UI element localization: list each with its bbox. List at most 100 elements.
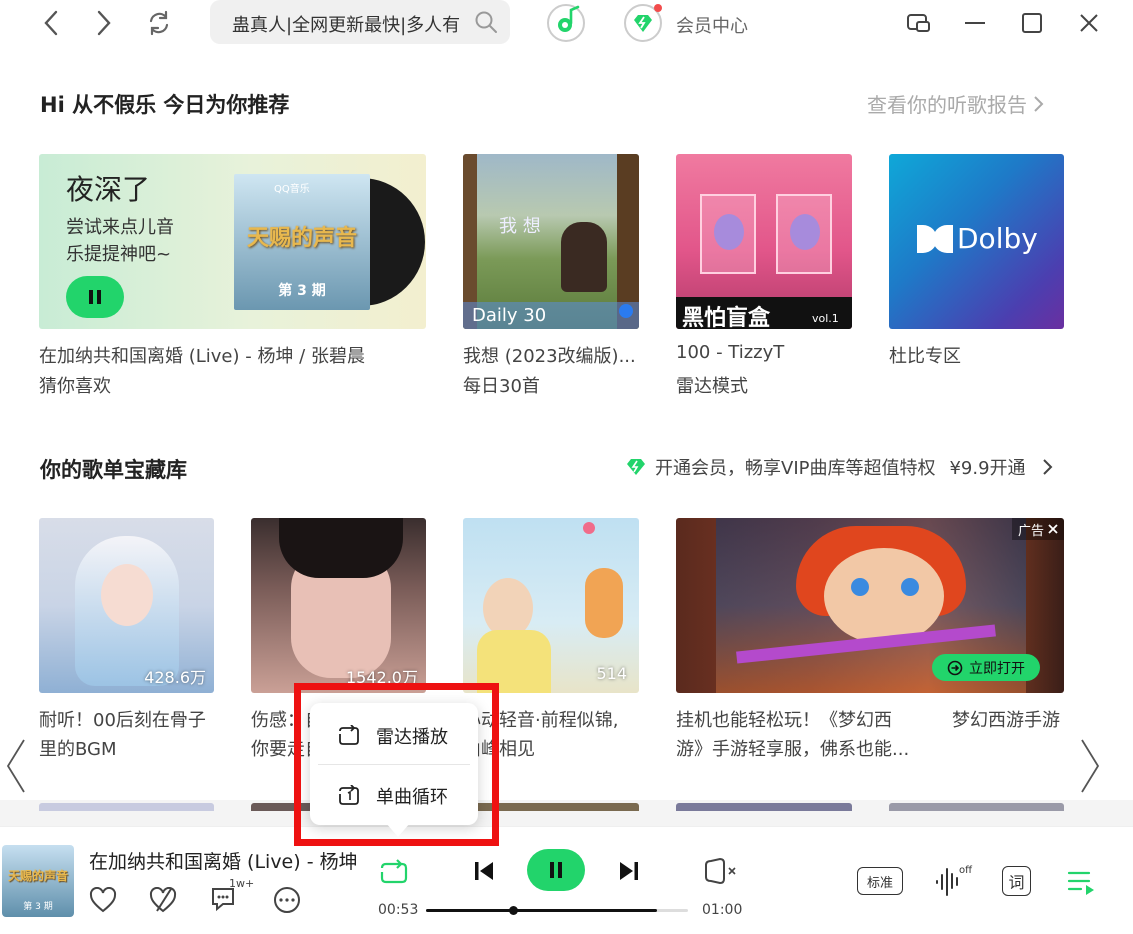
volume-muted-icon — [705, 857, 736, 885]
prev-track-button[interactable] — [468, 855, 500, 887]
daily30-card[interactable]: 我 想 Daily 30 — [463, 154, 639, 329]
cover-episode: 第 3 期 — [23, 902, 53, 912]
search-input[interactable]: 蛊真人|全网更新最快|多人有 — [210, 0, 510, 44]
maximize-icon — [1022, 13, 1042, 33]
progress-fill — [426, 909, 657, 912]
figure-hair — [279, 518, 403, 578]
queue-icon — [1067, 871, 1094, 895]
music-logo-icon[interactable] — [546, 3, 586, 43]
refresh-button[interactable] — [144, 8, 174, 38]
forward-button[interactable] — [89, 8, 119, 38]
dolby-icon — [917, 224, 953, 253]
radar-line1[interactable]: 100 - TizzyT — [676, 342, 784, 363]
feature-card[interactable]: 夜深了 尝试来点儿音 乐提提神吧~ QQ音乐 天赐的声音 第 3 期 — [39, 154, 426, 329]
badge-dot — [619, 304, 633, 318]
album-title: 天赐的声音 — [246, 226, 357, 251]
promo-text: 开通会员，畅享VIP曲库等超值特权 — [655, 458, 936, 479]
sound-effect-button[interactable]: off — [934, 863, 973, 899]
playlist-card[interactable]: 428.6万 — [39, 518, 214, 693]
playlist-line1[interactable]: 耐听！00后刻在骨子 — [39, 706, 206, 732]
daily30-line1[interactable]: 我想 (2023改编版)... — [463, 342, 636, 368]
repeat-icon — [380, 859, 408, 884]
radar-art-vol: vol.1 — [812, 312, 839, 325]
carousel-prev-icon[interactable] — [4, 738, 28, 794]
listening-report-link[interactable]: 查看你的听歌报告 — [867, 89, 1045, 118]
vip-promo-link[interactable]: 开通会员，畅享VIP曲库等超值特权 ¥9.9开通 — [625, 454, 1054, 480]
play-count: 514 — [596, 664, 627, 683]
more-button[interactable] — [272, 885, 302, 915]
mini-mode-button[interactable] — [904, 8, 934, 38]
ad-line2: 游》手游轻享服，佛系也能... — [676, 739, 910, 760]
radar-art-text: 黑怕盲盒 — [682, 306, 771, 329]
arrow-circle-icon — [947, 660, 963, 675]
dolby-text: Dolby — [957, 222, 1038, 255]
playlist-card[interactable]: 514 — [463, 518, 639, 693]
progress-knob[interactable] — [509, 906, 518, 915]
toy-right — [790, 214, 820, 250]
ad-open-label: 立即打开 — [969, 660, 1025, 677]
quality-label: 标准 — [866, 875, 893, 891]
playlist-queue-button[interactable] — [1066, 867, 1098, 897]
daily30-badge: Daily 30 — [472, 305, 547, 326]
next-row-thumb — [676, 803, 852, 811]
chevron-right-icon — [1042, 459, 1052, 475]
radar-card[interactable]: 黑怕盲盒 vol.1 — [676, 154, 852, 329]
player-bar: 天赐的声音 第 3 期 在加纳共和国离婚 (Live) - 杨坤 / 张碧晨 1… — [0, 826, 1133, 934]
play-count: 428.6万 — [144, 668, 206, 687]
dislike-button[interactable] — [148, 885, 178, 915]
lyrics-button[interactable]: 词 — [1002, 866, 1031, 896]
quality-button[interactable]: 标准 — [857, 867, 903, 895]
chevron-right-icon — [97, 10, 111, 36]
close-button[interactable] — [1074, 8, 1104, 38]
hero-face — [824, 548, 944, 644]
effect-off-badge: off — [959, 865, 973, 876]
vip-center-link[interactable]: 会员中心 — [676, 12, 748, 38]
volume-button[interactable] — [700, 855, 740, 887]
top-bar: 蛊真人|全网更新最快|多人有 会员中心 — [0, 0, 1133, 46]
feature-sub2: 乐提提神吧~ — [66, 244, 172, 265]
daily30-art-text: 我 想 — [499, 216, 541, 237]
hero-eye — [901, 578, 919, 596]
ad-badge[interactable]: 广告 — [1011, 518, 1064, 540]
vip-diamond-icon — [627, 459, 645, 475]
promo-price: ¥9.9开通 — [949, 458, 1026, 479]
ad-open-button[interactable]: 立即打开 — [932, 654, 1040, 681]
broken-heart-icon — [149, 887, 177, 913]
search-icon[interactable] — [474, 10, 498, 34]
close-icon — [1048, 524, 1058, 534]
toy-left — [714, 214, 744, 250]
chevron-left-icon — [44, 10, 58, 36]
ad-brand: 梦幻西游手游 — [952, 710, 1060, 731]
now-playing-cover[interactable]: 天赐的声音 第 3 期 — [2, 845, 74, 917]
carousel-next-icon[interactable] — [1078, 738, 1102, 794]
figure-face — [101, 564, 153, 626]
feature-song-line[interactable]: 在加纳共和国离婚 (Live) - 杨坤 / 张碧晨 — [39, 342, 365, 368]
back-button[interactable] — [36, 8, 66, 38]
ad-card[interactable]: 广告 立即打开 — [676, 518, 1064, 693]
minimize-button[interactable] — [960, 8, 990, 38]
ad-line1[interactable]: 挂机也能轻松玩！《梦幻西 — [676, 706, 892, 732]
album-episode: 第 3 期 — [278, 283, 326, 299]
play-mode-button[interactable] — [376, 857, 412, 889]
next-row-thumb — [39, 803, 214, 811]
feature-play-button[interactable] — [66, 276, 124, 318]
like-button[interactable] — [88, 885, 118, 915]
cover-title: 天赐的声音 — [7, 869, 68, 883]
progress-bar[interactable] — [426, 906, 688, 915]
maximize-button[interactable] — [1017, 8, 1047, 38]
daily30-line2: 每日30首 — [463, 376, 540, 397]
radar-line2: 雷达模式 — [676, 376, 748, 397]
pause-button[interactable] — [527, 849, 585, 891]
vip-diamond-icon[interactable] — [623, 3, 663, 43]
dolby-line1[interactable]: 杜比专区 — [889, 342, 961, 368]
dolby-logo: Dolby — [917, 222, 1038, 255]
next-row-thumb — [889, 803, 1064, 811]
now-playing-title[interactable]: 在加纳共和国离婚 (Live) - 杨坤 / 张碧晨 — [89, 847, 361, 874]
next-track-button[interactable] — [613, 855, 645, 887]
girl-head — [483, 578, 533, 638]
dolby-card[interactable]: Dolby — [889, 154, 1064, 329]
playlist-card[interactable]: 1542.0万 — [251, 518, 426, 693]
skip-next-icon — [620, 862, 638, 880]
refresh-icon — [149, 10, 169, 36]
ball — [583, 522, 595, 534]
